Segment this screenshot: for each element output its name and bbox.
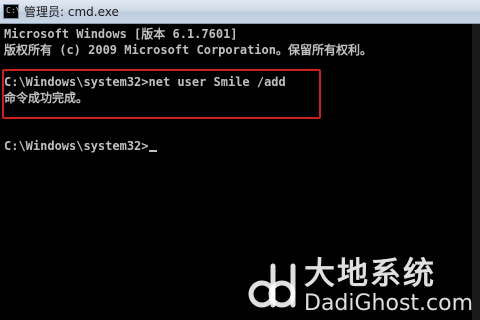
prompt-text: C:\Windows\system32> <box>4 139 149 153</box>
watermark: 大地系统 DadiGhost.com <box>244 256 476 318</box>
title-bar[interactable]: C:\ 管理员: cmd.exe <box>0 0 480 24</box>
watermark-name-cn: 大地系统 <box>304 256 436 292</box>
prompt-line: C:\Windows\system32> <box>4 138 157 154</box>
console-line: Microsoft Windows [版本 6.1.7601] <box>4 27 238 41</box>
dadighost-logo-icon <box>248 263 296 308</box>
watermark-name-en: DadiGhost.com <box>304 291 474 316</box>
window-title: 管理员: cmd.exe <box>24 5 119 19</box>
highlight-box <box>2 69 321 119</box>
cmd-icon: C:\ <box>3 4 20 19</box>
text-cursor <box>148 150 157 152</box>
console-line: 版权所有 (c) 2009 Microsoft Corporation。保留所有… <box>4 43 372 57</box>
